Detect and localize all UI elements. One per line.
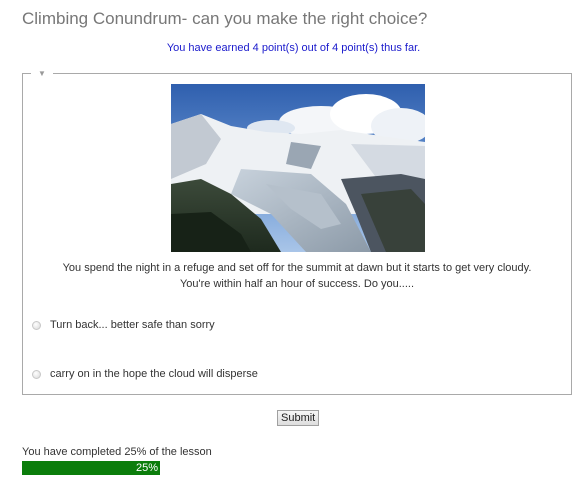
progress-value: 25% [135, 462, 158, 474]
triangle-down-icon[interactable]: ▼ [31, 68, 53, 80]
progress-label: You have completed 25% of the lesson [22, 446, 212, 458]
question-text-line-1: You spend the night in a refuge and set … [62, 262, 532, 274]
points-message: You have earned 4 point(s) out of 4 poin… [166, 42, 421, 54]
radio-turn-back[interactable] [32, 320, 41, 330]
choice-turn-back[interactable]: Turn back... better safe than sorry [32, 317, 215, 333]
choice-label: carry on in the hope the cloud will disp… [50, 368, 258, 380]
choice-label: Turn back... better safe than sorry [50, 319, 215, 331]
choice-carry-on[interactable]: carry on in the hope the cloud will disp… [32, 366, 258, 382]
question-box: ▼ You spend the night in a refuge and se… [22, 68, 572, 395]
progress-bar: 25% [22, 461, 572, 475]
radio-carry-on[interactable] [32, 369, 41, 379]
progress-fill: 25% [22, 461, 160, 475]
submit-button[interactable]: Submit [277, 410, 320, 426]
mountain-photo [171, 84, 425, 252]
question-text-line-2: You're within half an hour of success. D… [179, 278, 415, 290]
page-title: Climbing Conundrum- can you make the rig… [22, 9, 428, 28]
question-text: You spend the night in a refuge and set … [23, 260, 571, 292]
